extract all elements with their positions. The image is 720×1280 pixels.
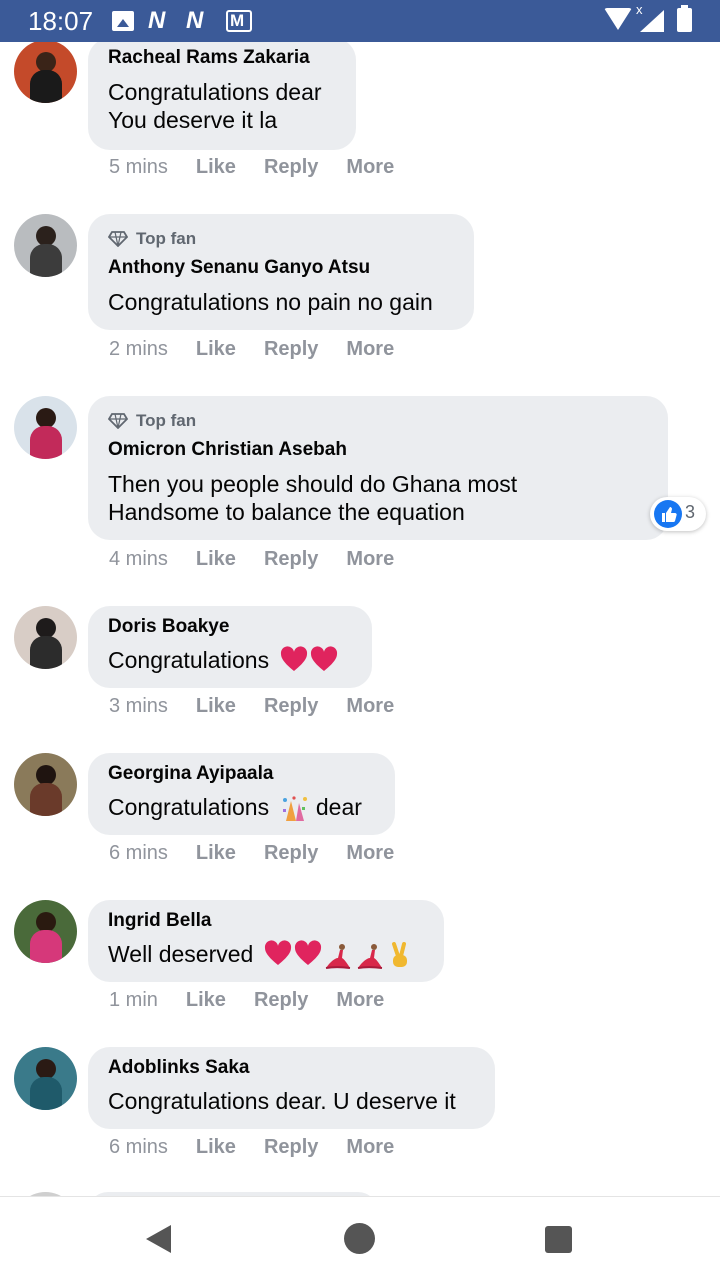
comment-actions: 3 mins Like Reply More	[109, 694, 422, 718]
like-button[interactable]: Like	[196, 547, 236, 571]
gmail-icon	[226, 10, 252, 32]
comment-author[interactable]: Georgina Ayipaala	[108, 762, 375, 786]
reply-button[interactable]: Reply	[264, 155, 318, 179]
comment-bubble[interactable]: Racheal Rams Zakaria Congratulations dea…	[88, 42, 356, 150]
comment-author[interactable]: Racheal Rams Zakaria	[108, 46, 336, 70]
signal-icon	[640, 10, 664, 32]
comment-bubble[interactable]: Top fan Omicron Christian Asebah Then yo…	[88, 396, 668, 540]
like-button[interactable]: Like	[196, 841, 236, 865]
more-button[interactable]: More	[346, 547, 394, 571]
comment-author[interactable]: Doris Boakye	[108, 615, 352, 639]
comment-text: Congratulations dear You deserve it la	[108, 79, 322, 133]
top-fan-badge: Top fan	[108, 228, 454, 250]
wifi-icon	[604, 8, 632, 30]
n-icon: N	[186, 7, 204, 34]
heart-emoji	[310, 646, 337, 671]
victory-hand-emoji	[391, 941, 407, 967]
comment-time: 3 mins	[109, 695, 168, 717]
status-bar: 18:07 N N x	[0, 0, 720, 42]
more-button[interactable]: More	[336, 988, 384, 1012]
avatar[interactable]	[14, 396, 77, 459]
comment-actions: 1 min Like Reply More	[109, 988, 412, 1012]
comment-text: Congratulations dear. U deserve it	[108, 1088, 456, 1114]
comment-actions: 6 mins Like Reply More	[109, 1135, 422, 1159]
like-button[interactable]: Like	[196, 155, 236, 179]
comment-actions: 5 mins Like Reply More	[109, 155, 422, 179]
avatar[interactable]	[14, 42, 77, 103]
like-button[interactable]: Like	[186, 988, 226, 1012]
like-reaction-icon	[654, 500, 682, 528]
comment-bubble[interactable]: Doris Boakye Congratulations	[88, 606, 372, 688]
like-button[interactable]: Like	[196, 1135, 236, 1159]
heart-emoji	[280, 646, 307, 671]
more-button[interactable]: More	[346, 1135, 394, 1159]
top-fan-badge: Top fan	[108, 410, 648, 432]
like-button[interactable]: Like	[196, 337, 236, 361]
comment-author[interactable]: Ingrid Bella	[108, 909, 424, 933]
reaction-count: 3	[685, 502, 696, 522]
comment-author[interactable]: Omicron Christian Asebah	[108, 438, 648, 462]
more-button[interactable]: More	[346, 155, 394, 179]
reply-button[interactable]: Reply	[264, 337, 318, 361]
avatar[interactable]	[14, 753, 77, 816]
comment-text: Well deserved	[108, 940, 424, 970]
comments-list[interactable]: Racheal Rams Zakaria Congratulations dea…	[0, 42, 720, 1196]
comment-time: 5 mins	[109, 156, 168, 178]
comment-time: 2 mins	[109, 338, 168, 360]
more-button[interactable]: More	[346, 841, 394, 865]
diamond-icon	[108, 231, 128, 247]
comment-bubble[interactable]: Ingrid Bella Well deserved	[88, 900, 444, 982]
more-button[interactable]: More	[346, 694, 394, 718]
comment-text: Congratulations dear	[108, 793, 375, 823]
comment-actions: 2 mins Like Reply More	[109, 337, 422, 361]
comment-text: Then you people should do Ghana most Han…	[108, 471, 518, 525]
comment-time: 6 mins	[109, 842, 168, 864]
reply-button[interactable]: Reply	[264, 547, 318, 571]
like-button[interactable]: Like	[196, 694, 236, 718]
diamond-icon	[108, 413, 128, 429]
heart-emoji	[264, 940, 291, 965]
image-icon	[112, 11, 134, 31]
comment-bubble[interactable]: Adoblinks Saka Congratulations dear. U d…	[88, 1047, 495, 1129]
n-icon: N	[148, 7, 166, 34]
recents-icon[interactable]	[545, 1226, 572, 1253]
avatar[interactable]	[14, 900, 77, 963]
comment-bubble[interactable]: Georgina Ayipaala Congratulations dear	[88, 753, 395, 835]
heart-emoji	[294, 940, 321, 965]
dancer-emoji	[357, 943, 382, 969]
dancer-emoji	[325, 943, 350, 969]
comment-text: Congratulations	[108, 646, 352, 674]
avatar[interactable]	[14, 1047, 77, 1110]
comment-text: Congratulations no pain no gain	[108, 289, 433, 315]
back-icon[interactable]	[146, 1225, 171, 1253]
reply-button[interactable]: Reply	[264, 841, 318, 865]
comment-time: 1 min	[109, 989, 158, 1011]
avatar[interactable]	[14, 214, 77, 277]
home-icon[interactable]	[344, 1223, 375, 1254]
no-data-x: x	[636, 2, 643, 17]
reply-button[interactable]: Reply	[264, 1135, 318, 1159]
reaction-summary[interactable]: 3	[650, 497, 706, 531]
reply-button[interactable]: Reply	[254, 988, 308, 1012]
more-button[interactable]: More	[346, 337, 394, 361]
navigation-bar	[0, 1196, 720, 1280]
comment-author[interactable]: Anthony Senanu Ganyo Atsu	[108, 256, 454, 280]
battery-icon	[677, 5, 692, 32]
comment-bubble[interactable]: Top fan Anthony Senanu Ganyo Atsu Congra…	[88, 214, 474, 330]
avatar[interactable]	[14, 606, 77, 669]
comment-time: 6 mins	[109, 1136, 168, 1158]
confetti-emoji	[282, 796, 307, 821]
comment-actions: 6 mins Like Reply More	[109, 841, 422, 865]
reply-button[interactable]: Reply	[264, 694, 318, 718]
comment-actions: 4 mins Like Reply More	[109, 547, 422, 571]
status-time: 18:07	[28, 6, 94, 36]
comment-time: 4 mins	[109, 548, 168, 570]
comment-author[interactable]: Adoblinks Saka	[108, 1056, 475, 1080]
